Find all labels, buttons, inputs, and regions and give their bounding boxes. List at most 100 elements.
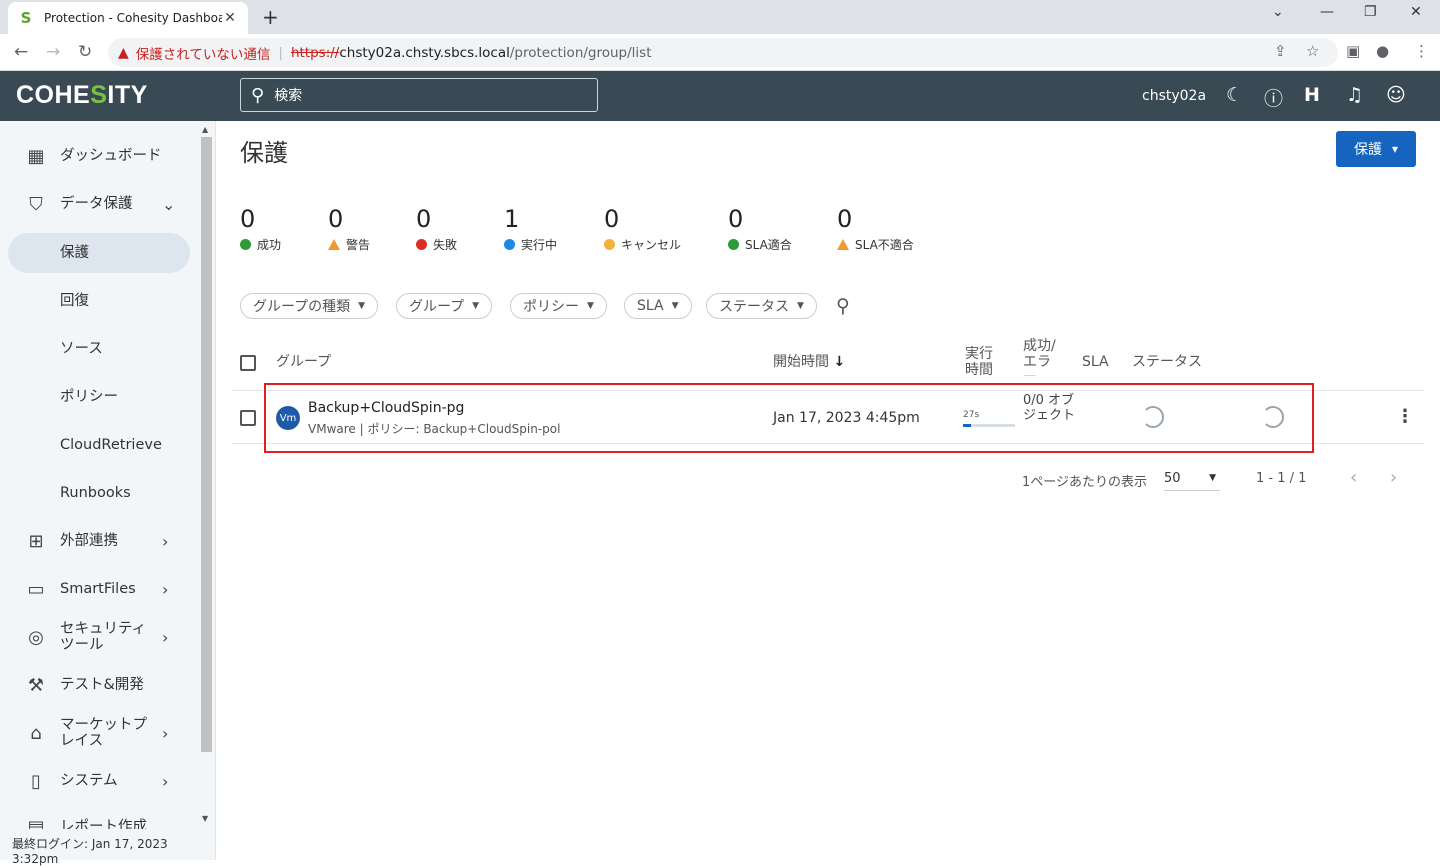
filter-sla[interactable]: SLA ▼ <box>624 293 692 319</box>
filter-group[interactable]: グループ ▼ <box>396 293 493 319</box>
dropdown-arrow-icon: ▼ <box>358 301 366 311</box>
row-duration: 27s <box>963 410 980 420</box>
stat-value: 0 <box>604 205 620 233</box>
health-icon[interactable]: H <box>1304 84 1320 106</box>
group-subtitle: VMware | ポリシー: Backup+CloudSpin-pol <box>308 422 561 436</box>
tab-search-icon[interactable]: ⌄ <box>1272 4 1284 20</box>
forward-icon[interactable]: → <box>46 42 60 62</box>
sidebar-item-protection[interactable]: 保護 <box>8 233 190 273</box>
row-start-time: Jan 17, 2023 4:45pm <box>773 410 920 426</box>
sidebar-item-dashboard[interactable]: ▦ ダッシュボード <box>0 136 200 176</box>
check-circle-icon <box>240 239 251 250</box>
filter-label: SLA <box>637 298 664 314</box>
address-bar-row: ← → ↻ ▲ 保護されていない通信 | https:// chsty02a.c… <box>0 34 1440 71</box>
column-header-group[interactable]: グループ <box>276 354 331 370</box>
column-header-start-time[interactable]: 開始時間 ↓ <box>773 354 845 370</box>
filter-group-type[interactable]: グループの種類 ▼ <box>240 293 379 319</box>
filter-search-icon[interactable]: ⚲ <box>836 295 850 317</box>
column-header-sla[interactable]: SLA <box>1082 354 1109 370</box>
bookmark-star-icon[interactable]: ☆ <box>1306 42 1319 60</box>
sidebar-item-security-tools[interactable]: ◎ セキュリティツール › <box>0 617 200 657</box>
running-icon <box>504 239 515 250</box>
sidebar-item-system[interactable]: ▯ システム › <box>0 761 200 801</box>
warning-triangle-icon <box>328 239 340 250</box>
sidebar-item-integrations[interactable]: ⊞ 外部連携 › <box>0 521 200 561</box>
user-account-icon[interactable]: ☺ <box>1386 84 1406 106</box>
sidebar-item-label: テスト&開発 <box>60 677 144 693</box>
stat-running[interactable]: 1 実行中 <box>504 205 557 253</box>
notifications-bell-icon[interactable]: ♫ <box>1346 84 1363 106</box>
stat-cancelled[interactable]: 0 キャンセル <box>604 205 681 253</box>
row-objects: 0/0 オブジェクト <box>1023 393 1076 423</box>
sidebar-item-sources[interactable]: ソース <box>0 329 200 369</box>
select-all-checkbox[interactable] <box>240 355 256 371</box>
sidebar-item-label: ポリシー <box>60 389 118 405</box>
row-actions-menu-icon[interactable]: ⋮ <box>1396 408 1414 426</box>
stat-sla-missed[interactable]: 0 SLA不適合 <box>837 205 914 253</box>
tab-title: Protection - Cohesity Dashboard <box>44 11 222 25</box>
new-tab-icon[interactable]: + <box>262 5 279 29</box>
sidebar-item-policies[interactable]: ポリシー <box>0 377 200 417</box>
column-header-success-error[interactable]: 成功/エラー <box>1023 338 1059 376</box>
scroll-up-icon[interactable]: ▲ <box>202 125 208 134</box>
restore-icon[interactable]: ❐ <box>1364 4 1377 20</box>
filter-label: ステータス <box>719 299 789 315</box>
column-header-status[interactable]: ステータス <box>1132 354 1202 370</box>
run-progress-bar <box>963 424 1015 427</box>
stat-failed[interactable]: 0 失敗 <box>416 205 457 253</box>
sidebar-item-marketplace[interactable]: ⌂ マーケットプレイス › <box>0 713 200 753</box>
browser-menu-icon[interactable]: ⋮ <box>1414 42 1429 60</box>
help-icon[interactable]: ⓘ <box>1264 84 1283 111</box>
side-panel-icon[interactable]: ▣ <box>1346 42 1360 60</box>
group-name-link[interactable]: Backup+CloudSpin-pg <box>308 400 464 416</box>
scroll-down-icon[interactable]: ▼ <box>202 814 208 823</box>
dropdown-arrow-icon: ▼ <box>1209 473 1216 483</box>
sidebar-item-test-dev[interactable]: ⚒ テスト&開発 <box>0 665 200 705</box>
logo-text-suffix: ITY <box>107 81 148 109</box>
prev-page-icon[interactable]: ‹ <box>1350 467 1357 488</box>
close-window-icon[interactable]: ✕ <box>1410 4 1422 20</box>
stat-label: 実行中 <box>521 238 558 252</box>
browser-tab[interactable]: S Protection - Cohesity Dashboard ✕ <box>8 2 248 34</box>
stat-label: SLA不適合 <box>855 238 914 252</box>
profile-icon[interactable]: ● <box>1376 42 1389 60</box>
next-page-icon[interactable]: › <box>1390 467 1397 488</box>
minimize-icon[interactable]: — <box>1320 4 1334 20</box>
row-checkbox[interactable] <box>240 410 256 426</box>
stat-success[interactable]: 0 成功 <box>240 205 281 253</box>
cohesity-logo[interactable]: COHESITY <box>16 81 148 110</box>
sidebar-item-label: SmartFiles <box>60 581 136 597</box>
filter-status[interactable]: ステータス ▼ <box>706 293 817 319</box>
sidebar-item-label: レポート作成 <box>60 819 147 829</box>
sidebar-item-reports[interactable]: ▤ レポート作成 <box>0 809 200 829</box>
sidebar-scrollbar[interactable] <box>201 137 212 752</box>
protect-button[interactable]: 保護 ▾ <box>1336 131 1416 167</box>
per-page-select[interactable]: 50 ▼ <box>1164 471 1220 491</box>
chevron-right-icon: › <box>162 723 169 743</box>
fingerprint-icon: ◎ <box>28 626 44 648</box>
filter-policy[interactable]: ポリシー ▼ <box>510 293 607 319</box>
sidebar-item-label: セキュリティツール <box>60 621 147 653</box>
url-host: chsty02a.chsty.sbcs.local <box>339 44 510 61</box>
close-tab-icon[interactable]: ✕ <box>222 10 238 26</box>
back-icon[interactable]: ← <box>14 42 28 62</box>
sidebar-item-smartfiles[interactable]: ▭ SmartFiles › <box>0 569 200 609</box>
global-search-input[interactable]: ⚲ 検索 <box>240 78 598 112</box>
logo-text-s: S <box>90 81 108 109</box>
sidebar-item-runbooks[interactable]: Runbooks <box>0 473 200 513</box>
stat-label: 成功 <box>257 238 282 252</box>
stat-warning[interactable]: 0 警告 <box>328 205 370 253</box>
warning-icon: ▲ <box>118 44 129 61</box>
stat-sla-met[interactable]: 0 SLA適合 <box>728 205 792 253</box>
sidebar-item-data-protection[interactable]: ⛉ データ保護 ⌄ <box>0 184 200 224</box>
sidebar-item-recovery[interactable]: 回復 <box>0 281 200 321</box>
column-header-duration[interactable]: 実行時間 <box>965 346 997 378</box>
wrench-icon: ⚒ <box>27 674 45 696</box>
sidebar-item-cloudretrieve[interactable]: CloudRetrieve <box>0 425 200 465</box>
username-label[interactable]: chsty02a <box>1142 88 1206 104</box>
dark-mode-moon-icon[interactable]: ☾ <box>1226 84 1243 106</box>
share-icon[interactable]: ⇪ <box>1274 42 1287 60</box>
url-bar[interactable]: ▲ 保護されていない通信 | https:// chsty02a.chsty.s… <box>108 38 1338 67</box>
run-status-spinner-icon[interactable] <box>1262 406 1284 428</box>
reload-icon[interactable]: ↻ <box>78 42 92 62</box>
